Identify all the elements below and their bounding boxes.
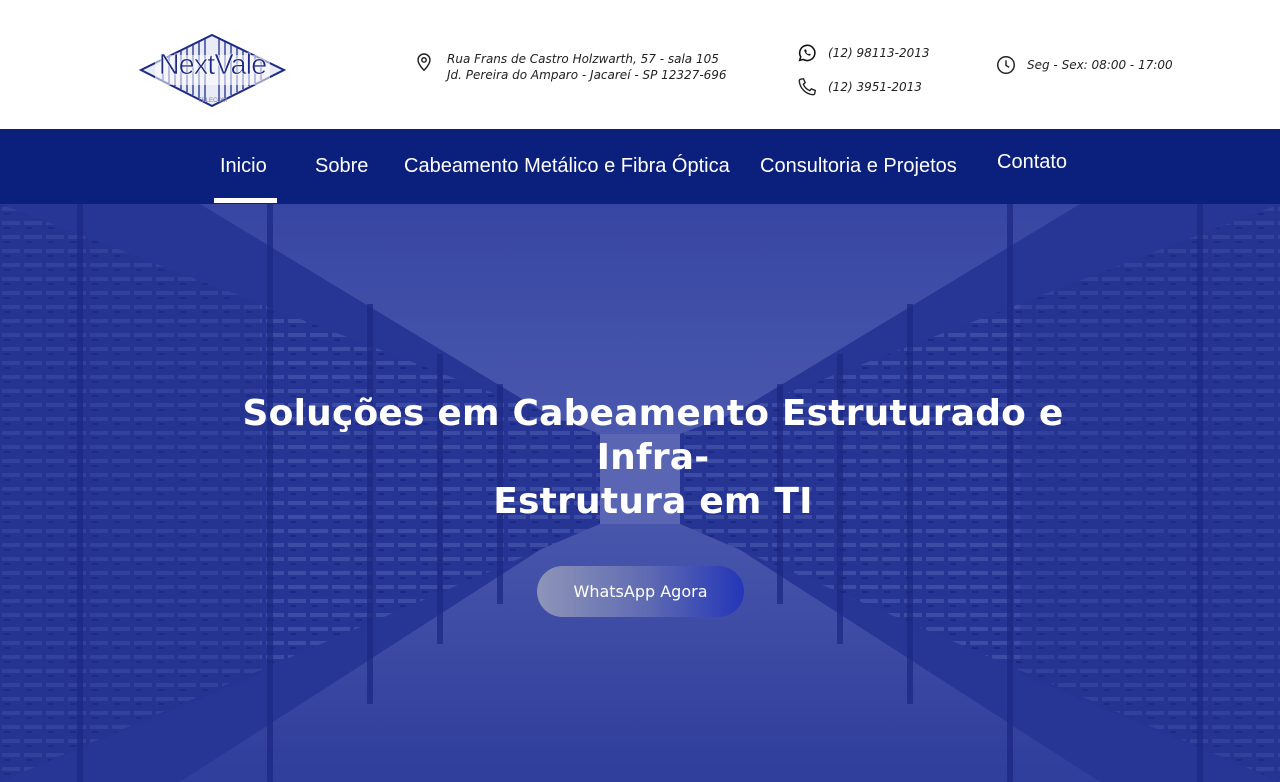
nav-item-cabeamento[interactable]: Cabeamento Metálico e Fibra Óptica bbox=[404, 151, 730, 181]
hero-title-line-1: Soluções em Cabeamento Estruturado e Inf… bbox=[242, 393, 1064, 478]
active-nav-indicator bbox=[214, 198, 277, 203]
main-nav: Inicio Sobre Cabeamento Metálico e Fibra… bbox=[0, 129, 1280, 204]
phone-number: (12) 3951-2013 bbox=[828, 80, 922, 94]
whatsapp-contact[interactable]: (12) 98113-2013 bbox=[796, 42, 930, 64]
whatsapp-number: (12) 98113-2013 bbox=[828, 46, 930, 60]
nav-item-sobre[interactable]: Sobre bbox=[315, 151, 368, 181]
address-line-2: Jd. Pereira do Amparo - Jacareí - SP 123… bbox=[447, 68, 727, 82]
hours-text: Seg - Sex: 08:00 - 17:00 bbox=[1027, 58, 1173, 72]
map-pin-icon bbox=[413, 51, 435, 73]
nav-item-contato[interactable]: Contato bbox=[997, 147, 1067, 177]
logo[interactable]: NextVale TELECOM bbox=[139, 33, 286, 109]
hero-title: Soluções em Cabeamento Estruturado e Inf… bbox=[240, 392, 1066, 524]
hero-section: Soluções em Cabeamento Estruturado e Inf… bbox=[0, 204, 1280, 782]
logo-wordmark: NextVale bbox=[158, 49, 267, 82]
whatsapp-icon bbox=[796, 42, 818, 64]
phone-contact[interactable]: (12) 3951-2013 bbox=[796, 76, 922, 98]
whatsapp-cta-button[interactable]: WhatsApp Agora bbox=[537, 566, 744, 617]
address-line-1: Rua Frans de Castro Holzwarth, 57 - sala… bbox=[447, 52, 719, 66]
hero-title-line-2: Estrutura em TI bbox=[493, 481, 813, 522]
clock-icon bbox=[995, 54, 1017, 76]
phone-icon bbox=[796, 76, 818, 98]
nav-item-consultoria[interactable]: Consultoria e Projetos bbox=[760, 151, 957, 181]
site-header: NextVale TELECOM Rua Frans de Castro Hol… bbox=[0, 0, 1280, 129]
address-block: Rua Frans de Castro Holzwarth, 57 - sala… bbox=[413, 51, 727, 83]
nav-item-inicio[interactable]: Inicio bbox=[220, 151, 267, 181]
logo-tagline: TELECOM bbox=[197, 98, 227, 104]
business-hours: Seg - Sex: 08:00 - 17:00 bbox=[995, 54, 1173, 76]
